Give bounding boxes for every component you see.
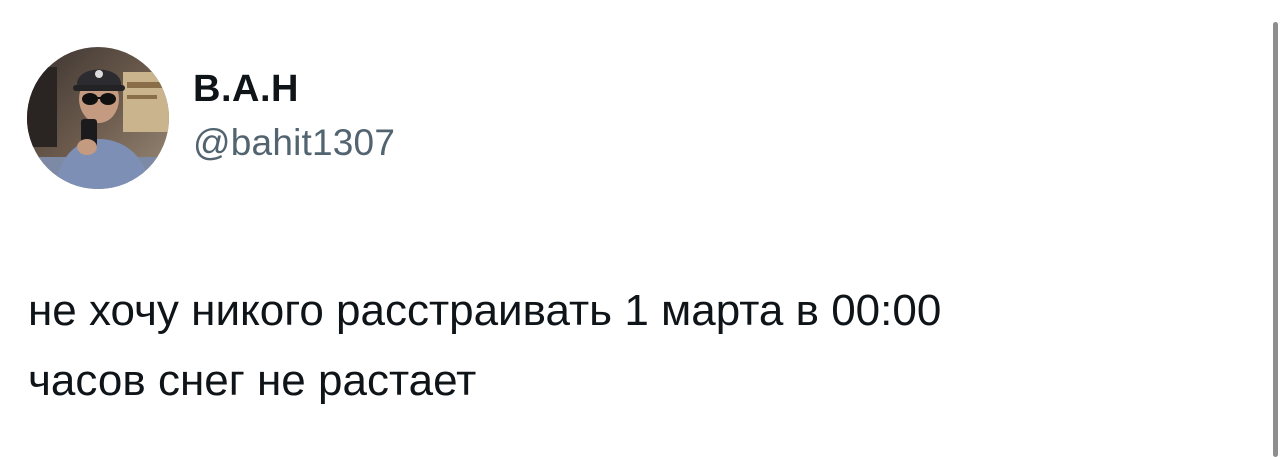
author-info: В.А.Н @bahit1307	[193, 66, 395, 166]
tweet-text: не хочу никого расстраивать 1 марта в 00…	[28, 276, 1228, 416]
tweet-text-line-1: не хочу никого расстраивать 1 марта в 00…	[28, 286, 942, 335]
tweet-card: В.А.Н @bahit1307 не хочу никого расстраи…	[0, 0, 1284, 457]
tweet-text-line-2: часов снег не растает	[28, 356, 477, 405]
vertical-scrollbar[interactable]	[1266, 0, 1284, 457]
author-handle[interactable]: @bahit1307	[193, 120, 395, 166]
scrollbar-thumb[interactable]	[1273, 22, 1278, 457]
avatar-photo-icon	[27, 47, 169, 189]
author-avatar[interactable]	[27, 47, 169, 189]
author-display-name[interactable]: В.А.Н	[193, 66, 395, 112]
